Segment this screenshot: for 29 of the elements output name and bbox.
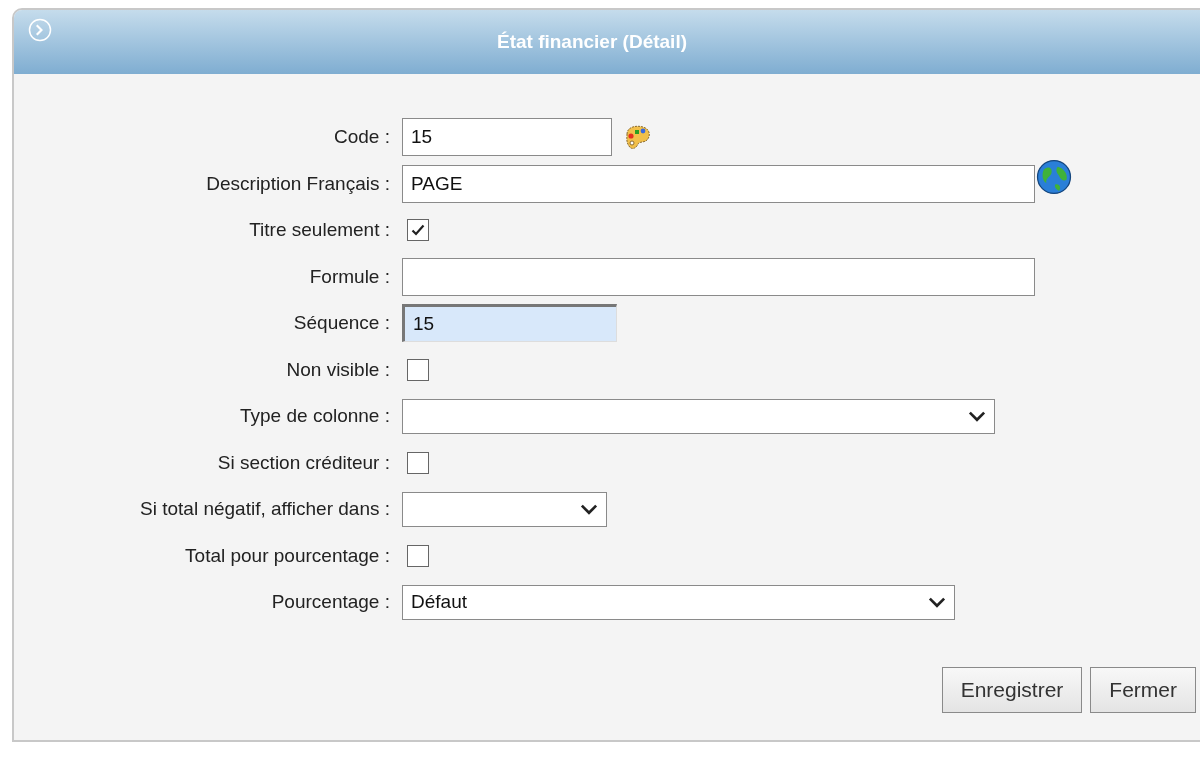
caret-icon bbox=[968, 410, 986, 422]
field-label: Si section créditeur : bbox=[216, 451, 391, 474]
input-field[interactable]: 15 bbox=[402, 304, 617, 343]
caret-icon bbox=[580, 503, 598, 515]
field-label: Pourcentage : bbox=[270, 591, 391, 614]
dialog-button[interactable]: Enregistrer bbox=[941, 666, 1083, 713]
field-label: Titre seulement : bbox=[248, 219, 391, 242]
field-label: Total pour pourcentage : bbox=[184, 544, 391, 567]
field-label: Description Français : bbox=[205, 172, 391, 195]
dropdown[interactable] bbox=[402, 491, 607, 527]
checkbox[interactable] bbox=[407, 451, 429, 474]
checkbox[interactable] bbox=[407, 358, 429, 381]
field-label: Séquence : bbox=[292, 312, 391, 335]
field-label: Si total négatif, afficher dans : bbox=[139, 498, 391, 521]
dropdown[interactable] bbox=[402, 398, 995, 434]
field-label: Formule : bbox=[308, 265, 391, 288]
caret-icon bbox=[928, 596, 946, 608]
window-title: État financier (Détail) bbox=[496, 31, 687, 53]
field-label: Non visible : bbox=[285, 358, 391, 381]
checkbox[interactable] bbox=[407, 544, 429, 567]
input-field[interactable]: 15 bbox=[402, 118, 612, 157]
field-label: Code : bbox=[333, 126, 391, 149]
input-field[interactable]: PAGE bbox=[402, 164, 1035, 203]
dropdown[interactable]: Défaut bbox=[402, 584, 955, 620]
checkbox[interactable] bbox=[407, 219, 429, 242]
input-field[interactable] bbox=[402, 257, 1035, 296]
dialog-button[interactable]: Fermer bbox=[1090, 666, 1196, 713]
globe-icon[interactable] bbox=[1035, 157, 1073, 196]
field-label: Type de colonne : bbox=[239, 405, 391, 428]
